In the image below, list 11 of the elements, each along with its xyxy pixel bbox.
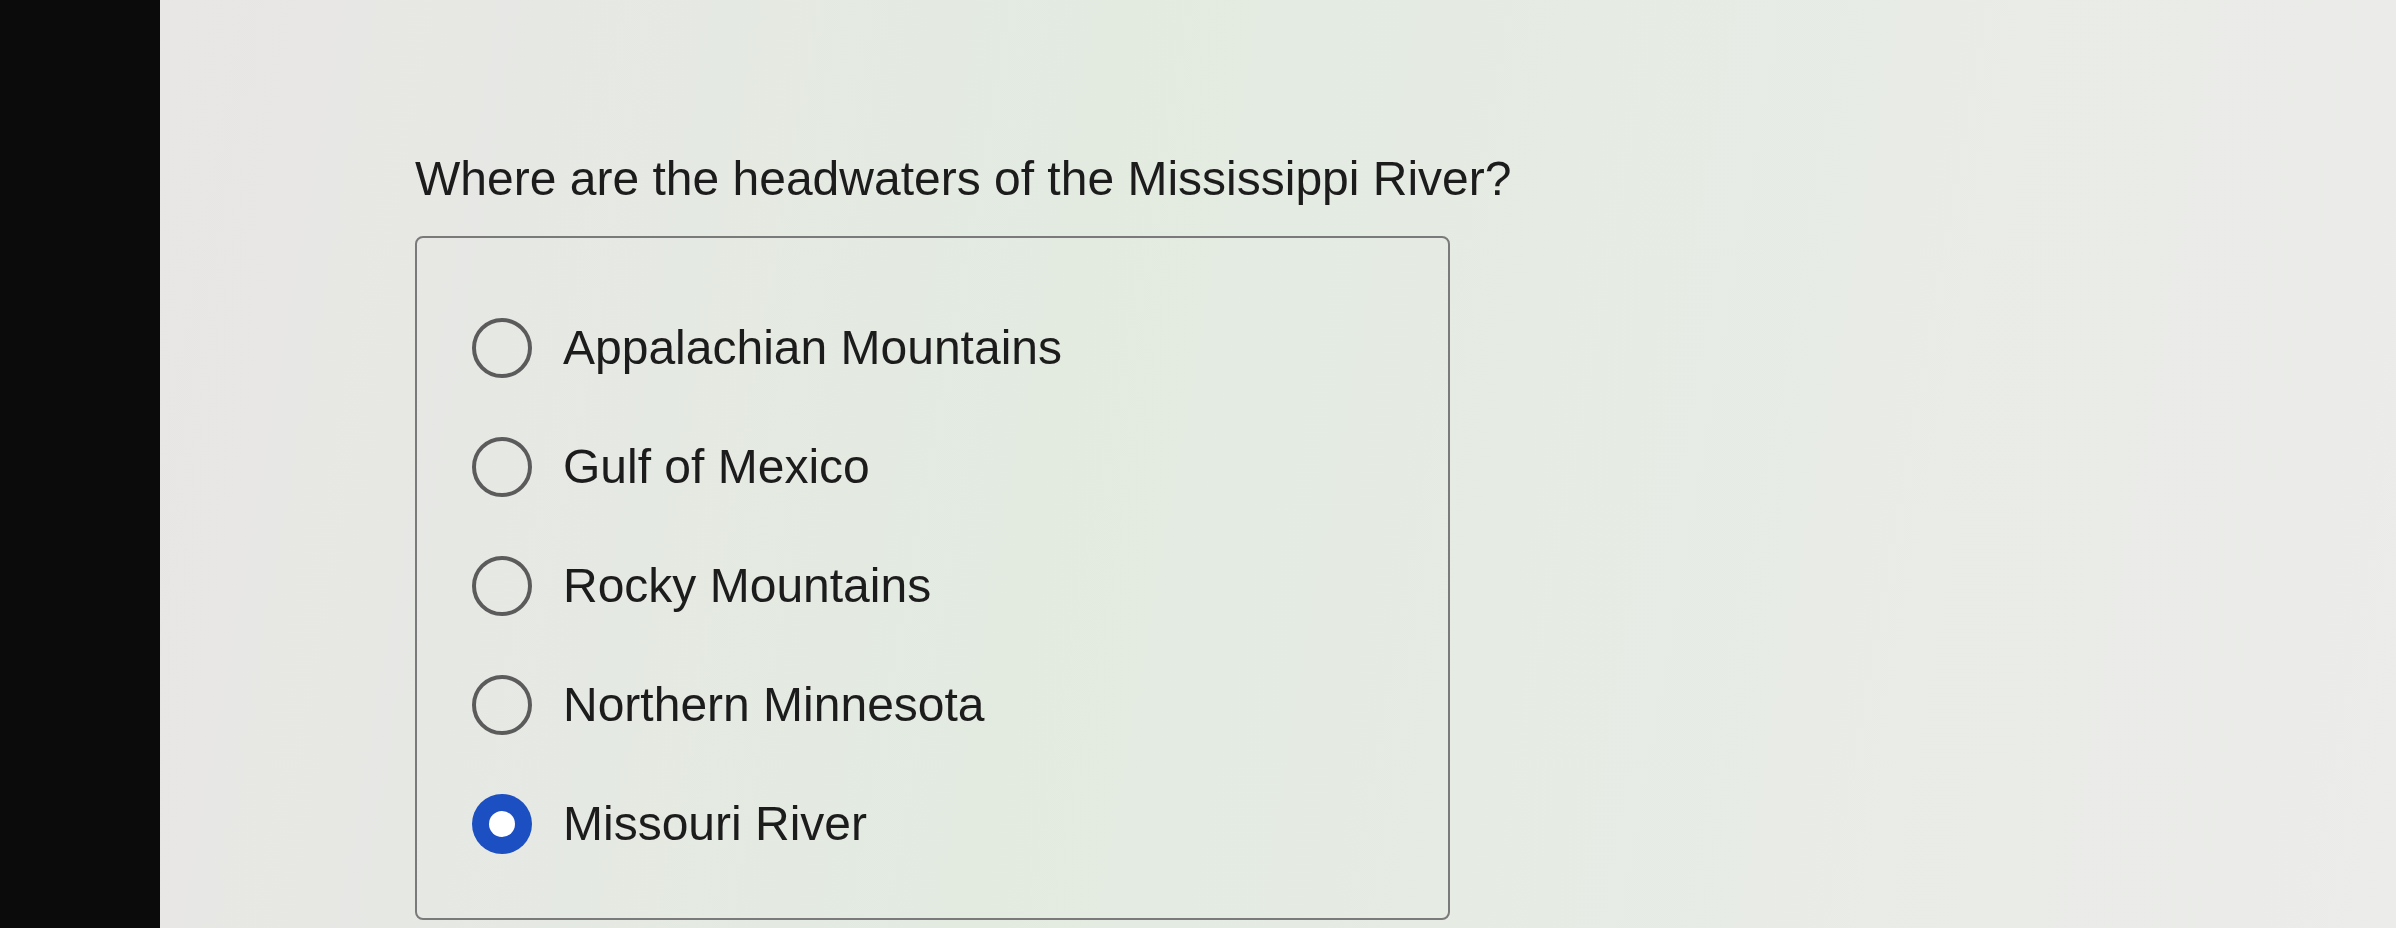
radio-button[interactable] xyxy=(472,556,532,616)
option-label[interactable]: Northern Minnesota xyxy=(563,676,985,734)
option-label[interactable]: Gulf of Mexico xyxy=(563,438,870,496)
radio-button[interactable] xyxy=(472,318,532,378)
option-label[interactable]: Rocky Mountains xyxy=(563,557,932,615)
radio-button[interactable] xyxy=(472,794,532,854)
radio-button[interactable] xyxy=(472,675,532,735)
option-label[interactable]: Missouri River xyxy=(563,795,868,853)
question-text: Where are the headwaters of the Mississippi River? xyxy=(415,151,1512,207)
option-label[interactable]: Appalachian Mountains xyxy=(563,319,1062,377)
radio-button[interactable] xyxy=(472,437,532,497)
